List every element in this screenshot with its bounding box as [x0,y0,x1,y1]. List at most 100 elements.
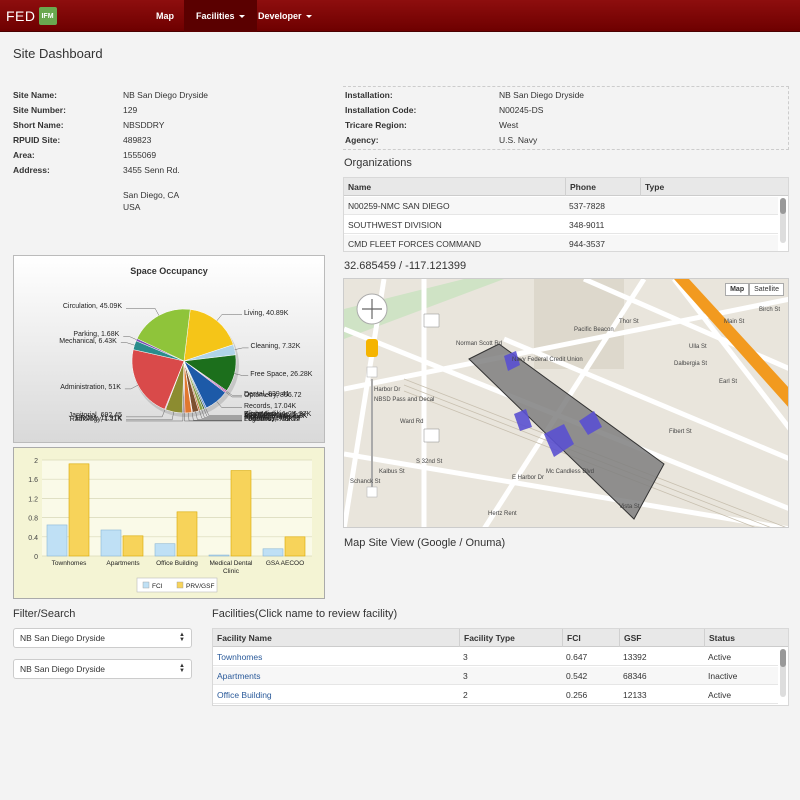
nav-developer-dropdown[interactable]: Developer [246,0,324,32]
pie-slice-label: Optometry, 856.72 [244,391,302,399]
map-label: Kalbus St [379,469,405,475]
facilities-table: Facility Name Facility Type FCI GSF Status T… [212,628,789,706]
brand-logo[interactable]: FED IFM [6,6,57,26]
installation-field-value: U.S. Navy [499,135,538,145]
facility-name-link[interactable]: Office Building [213,686,272,704]
pie-label-leader [216,314,242,321]
pie-label-leader [126,409,166,418]
y-tick-label: 0 [34,554,38,561]
map-type-toggle: Map Satellite [725,283,784,296]
nav-map[interactable]: Map [144,0,186,32]
map-label: Ulla St [689,344,707,350]
site-select-2[interactable]: NB San Diego Dryside ▲ ▼ [13,659,192,679]
bar-prv-gsf[interactable] [122,535,144,557]
pie-slice-label: Janitorial, 692.45 [68,411,122,419]
pie-slice-label: Parking, 1.68K [73,331,120,339]
organization-row[interactable]: SOUTHWEST DIVISION 348-9011 [344,216,778,234]
map-canvas[interactable] [344,279,789,528]
bar-prv-gsf[interactable] [68,463,90,557]
table-cell: 13392 [623,652,647,662]
installation-info: Installation: NB San Diego Dryside Install… [345,90,785,150]
pie-slice-label: Mechanical, 6.43K [59,337,117,345]
organization-row[interactable]: N00259-NMC SAN DIEGO 537-7828 [344,197,778,215]
filter-heading: Filter/Search [13,608,76,620]
map-label: Mc Candless Blvd [546,469,595,475]
map-label: Birch St [759,307,781,313]
site-field-value: NB San Diego Dryside [123,90,209,100]
facility-name-link[interactable]: Townhomes [213,648,262,666]
bar-fci[interactable] [262,548,284,557]
site-map[interactable]: Map Satellite Main St Norman Scott Rd Pa… [343,278,789,528]
pie-label-leader [123,336,137,340]
legend-label: FCI [152,583,163,590]
organizations-column-header[interactable]: Phone [565,178,596,196]
map-label: Norman Scott Rd [456,341,503,347]
legend-swatch [142,581,150,589]
map-label: Navy Federal Credit Union [512,357,583,363]
x-category-label: GSA AECOO [266,560,304,567]
pie-slice-label: Circulation, 45.09K [62,303,122,311]
bar-fci[interactable] [100,529,122,557]
map-label: Main St [724,319,745,325]
map-type-satellite-button[interactable]: Satellite [749,283,784,296]
nav-facilities-label: Facilities [196,11,235,21]
organization-row[interactable]: CMD FLEET FORCES COMMAND 944-3537 [344,235,778,251]
map-caption: Map Site View (Google / Onuma) [344,537,506,549]
select-arrows-icon: ▲ ▼ [179,663,185,674]
installation-field-label: Installation: [345,90,393,100]
bar-prv-gsf[interactable] [230,470,252,557]
map-label: Dalbergia St [674,361,708,367]
site-field-label: Short Name: [13,120,64,130]
scrollbar-thumb[interactable] [780,649,786,667]
scrollbar-thumb[interactable] [780,198,786,214]
coordinates-readout: 32.685459 / -117.121399 [344,260,467,272]
organizations-table: Name Phone Type N00259-NMC SAN DIEGO 537-78… [343,177,789,252]
bar-prv-gsf[interactable] [176,511,198,557]
address-country: USA [123,202,141,212]
bar-fci[interactable] [208,554,230,557]
nav-developer-label: Developer [258,11,302,21]
facility-name-link[interactable]: Apartments [213,667,260,685]
site-field-label: Area: [13,150,35,160]
table-cell: Active [708,652,732,662]
top-navbar: FED IFM Map Facilities Developer [0,0,800,32]
map-type-map-button[interactable]: Map [725,283,750,296]
facilities-column-header[interactable]: Facility Type [459,629,515,647]
organizations-column-header[interactable]: Name [344,178,371,196]
site-info: Site Name: NB San Diego Dryside Site Numbe… [13,90,333,220]
facilities-column-header[interactable]: FCI [562,629,581,647]
table-cell [640,235,644,251]
table-cell [640,216,644,234]
facilities-column-header[interactable]: Status [704,629,735,647]
facility-row[interactable]: Apartments 3 0.542 68346 Inactive [213,667,778,685]
bar-fci[interactable] [154,543,176,557]
facility-row[interactable]: Office Building 2 0.256 12133 Active [213,686,778,704]
vertical-scrollbar[interactable] [780,198,786,243]
caret-down-icon [305,14,312,18]
table-cell [640,197,644,215]
bar-fci[interactable] [46,524,68,557]
site-select-1[interactable]: NB San Diego Dryside ▲ ▼ [13,628,192,648]
table-cell: 537-7828 [569,201,605,211]
legend-swatch [176,581,184,589]
organizations-table-header: Name Phone Type [344,178,788,196]
page-title: Site Dashboard [13,46,103,61]
organizations-column-header[interactable]: Type [640,178,664,196]
installation-field-value: N00245-DS [499,105,544,115]
site-field-label: RPUID Site: [13,135,61,145]
site-field-value: 1555069 [123,150,157,160]
site-field-value: NBSDDRY [123,120,165,130]
bar-prv-gsf[interactable] [284,536,306,557]
facilities-column-header[interactable]: GSF [619,629,641,647]
site-select-2-value: NB San Diego Dryside [20,664,106,674]
caret-down-icon [238,14,245,18]
pie-label-leader [124,384,139,390]
map-label: E Harbor Dr [512,475,545,481]
site-field-label: Address: [13,165,50,175]
vertical-scrollbar[interactable] [780,649,786,697]
facilities-column-header[interactable]: Facility Name [213,629,272,647]
installation-field-value: West [499,120,519,130]
address-city: San Diego, CA [123,190,180,200]
facility-row[interactable]: Townhomes 3 0.647 13392 Active [213,648,778,666]
pie-label-leader [234,347,249,350]
